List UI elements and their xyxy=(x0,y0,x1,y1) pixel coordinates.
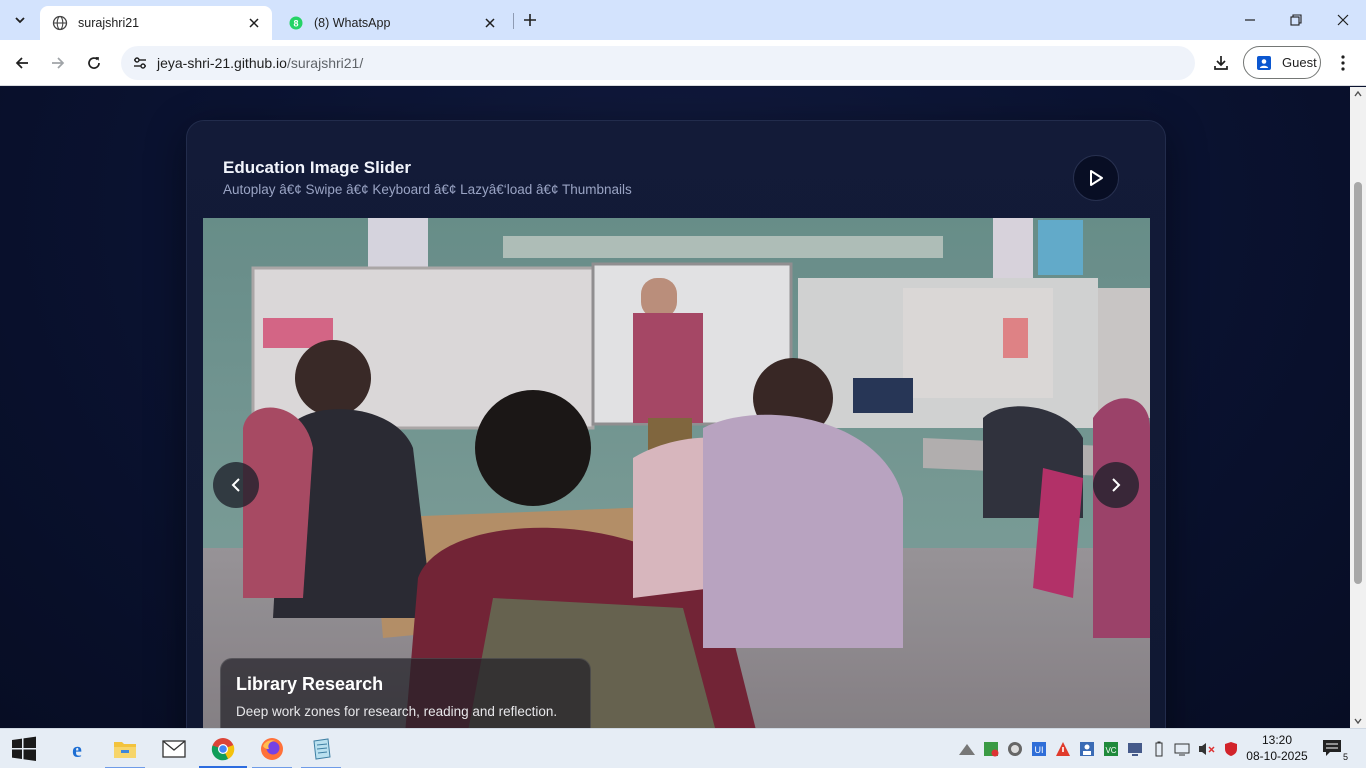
display-tray-icon[interactable] xyxy=(1126,740,1144,758)
taskbar-file-explorer[interactable] xyxy=(101,729,149,768)
url-path: /surajshri21/ xyxy=(286,55,364,71)
new-tab-button[interactable] xyxy=(518,8,542,32)
chevron-left-icon xyxy=(231,478,240,492)
notification-count: 5 xyxy=(1341,752,1349,762)
play-icon xyxy=(1090,170,1103,186)
windows-logo-icon xyxy=(12,736,36,761)
tab-title: surajshri21 xyxy=(78,16,140,30)
minimize-button[interactable] xyxy=(1227,0,1273,40)
svg-text:8: 8 xyxy=(293,19,298,29)
next-slide-button[interactable] xyxy=(1093,462,1139,508)
tab-separator xyxy=(513,13,514,29)
folder-icon xyxy=(114,742,136,758)
security-tray-icon[interactable] xyxy=(982,740,1000,758)
clock-date: 08-10-2025 xyxy=(1246,749,1308,763)
tab-title: (8) WhatsApp xyxy=(314,16,391,30)
svg-text:UI: UI xyxy=(1035,745,1044,755)
back-button[interactable] xyxy=(7,48,37,78)
svg-text:e: e xyxy=(72,737,82,761)
autoplay-toggle-button[interactable] xyxy=(1073,155,1119,201)
close-icon xyxy=(1337,14,1349,26)
battery-tray-icon[interactable] xyxy=(1150,740,1168,758)
globe-icon xyxy=(52,15,68,31)
more-vertical-icon xyxy=(1341,55,1345,71)
site-settings-icon[interactable] xyxy=(125,55,155,71)
system-clock[interactable]: 13:20 08-10-2025 xyxy=(1240,732,1314,764)
download-icon xyxy=(1214,56,1228,70)
taskbar-edge[interactable]: e xyxy=(53,729,101,768)
edge-icon: e xyxy=(72,737,82,761)
svg-text:VC: VC xyxy=(1105,746,1116,755)
slider-subtitle: Autoplay â€¢ Swipe â€¢ Keyboard â€¢ Lazy… xyxy=(223,182,632,197)
slider-card: Education Image Slider Autoplay â€¢ Swip… xyxy=(186,120,1166,728)
tab-whatsapp[interactable]: 8 (8) WhatsApp xyxy=(276,6,508,40)
restore-icon xyxy=(1290,14,1302,26)
reload-button[interactable] xyxy=(79,48,109,78)
warning-tray-icon[interactable] xyxy=(1054,740,1072,758)
whatsapp-icon: 8 xyxy=(288,15,304,31)
page-viewport: Education Image Slider Autoplay â€¢ Swip… xyxy=(0,87,1350,728)
network-tray-icon[interactable] xyxy=(958,740,976,758)
taskbar: e UI VC 13:20 08-10-2025 5 xyxy=(0,728,1366,768)
slide-image[interactable]: Library Research Deep work zones for res… xyxy=(203,218,1150,728)
scroll-up-arrow-icon[interactable] xyxy=(1350,87,1366,101)
notepad-icon xyxy=(313,738,331,760)
restore-button[interactable] xyxy=(1273,0,1319,40)
start-button[interactable] xyxy=(0,729,48,768)
slide-caption-title: Library Research xyxy=(236,674,384,694)
url-host: jeya-shri-21.github.io xyxy=(157,55,287,71)
clock-time: 13:20 xyxy=(1261,733,1293,747)
minimize-icon xyxy=(1245,19,1255,21)
address-bar[interactable]: jeya-shri-21.github.io/surajshri21/ xyxy=(121,46,1195,80)
chrome-icon xyxy=(211,738,235,761)
slider-title: Education Image Slider xyxy=(223,158,411,177)
close-icon[interactable] xyxy=(480,13,500,33)
slide-caption-description: Deep work zones for research, reading an… xyxy=(236,704,558,719)
forward-button[interactable] xyxy=(43,48,73,78)
volume-muted-icon[interactable] xyxy=(1198,740,1216,758)
mail-icon xyxy=(162,740,186,758)
reload-icon xyxy=(88,57,100,69)
taskbar-chrome[interactable] xyxy=(199,729,247,768)
classroom-photo xyxy=(203,218,1150,728)
tab-search-button[interactable] xyxy=(8,8,32,32)
chevron-right-icon xyxy=(1112,478,1121,492)
profile-label: Guest xyxy=(1282,55,1317,70)
scrollbar-thumb[interactable] xyxy=(1354,182,1362,584)
taskbar-notepad[interactable] xyxy=(297,729,345,768)
browser-toolbar: jeya-shri-21.github.io/surajshri21/ Gues… xyxy=(0,40,1366,86)
vc-tray-icon[interactable]: VC xyxy=(1102,740,1120,758)
page-scrollbar[interactable] xyxy=(1350,87,1366,728)
browser-menu-button[interactable] xyxy=(1330,48,1356,78)
url-text: jeya-shri-21.github.io/surajshri21/ xyxy=(157,55,363,71)
app-tray-icon[interactable]: UI xyxy=(1030,740,1048,758)
notification-center-button[interactable]: 5 xyxy=(1322,739,1349,762)
notification-icon xyxy=(1323,740,1341,756)
user-tray-icon[interactable] xyxy=(1078,740,1096,758)
back-arrow-icon xyxy=(15,57,28,69)
taskbar-firefox[interactable] xyxy=(248,729,296,768)
tab-surajshri21[interactable]: surajshri21 xyxy=(40,6,272,40)
plus-icon xyxy=(524,14,536,26)
downloads-button[interactable] xyxy=(1206,48,1236,78)
chevron-down-icon xyxy=(15,17,25,24)
wifi-tray-icon[interactable] xyxy=(1174,740,1192,758)
forward-arrow-icon xyxy=(52,57,65,69)
globe-tray-icon[interactable] xyxy=(1006,740,1024,758)
firefox-icon xyxy=(261,738,283,760)
guest-profile-icon xyxy=(1256,55,1274,71)
profile-button[interactable]: Guest xyxy=(1243,46,1321,79)
previous-slide-button[interactable] xyxy=(213,462,259,508)
shield-tray-icon[interactable] xyxy=(1222,740,1240,758)
tab-strip: surajshri21 8 (8) WhatsApp xyxy=(0,0,1366,40)
taskbar-mail[interactable] xyxy=(150,729,198,768)
scroll-down-arrow-icon[interactable] xyxy=(1350,714,1366,728)
slide-caption: Library Research Deep work zones for res… xyxy=(220,658,591,728)
close-window-button[interactable] xyxy=(1320,0,1366,40)
close-icon[interactable] xyxy=(244,13,264,33)
